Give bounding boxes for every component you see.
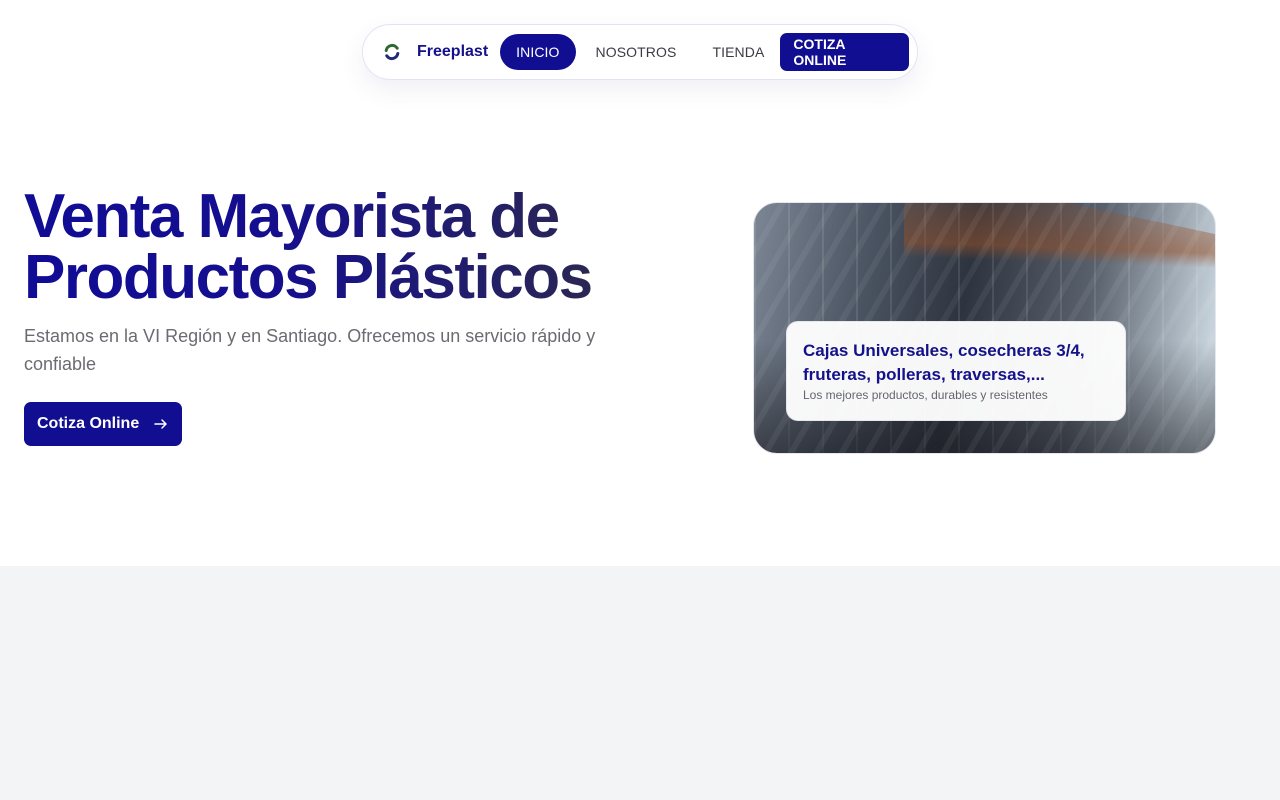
nav-item-inicio[interactable]: INICIO bbox=[500, 34, 576, 70]
cotiza-online-hero-button[interactable]: Cotiza Online bbox=[24, 402, 182, 446]
feature-caption-subtitle: Los mejores productos, durables y resist… bbox=[803, 388, 1048, 402]
feature-caption-title: Cajas Universales, cosecheras 3/4, frute… bbox=[803, 341, 1085, 384]
arrow-right-icon bbox=[153, 416, 169, 432]
hero-title-line-2: Productos Plásticos bbox=[24, 243, 592, 312]
cotiza-online-nav-button[interactable]: COTIZA ONLINE bbox=[780, 33, 909, 71]
refresh-arrows-icon[interactable] bbox=[383, 43, 401, 61]
nav-item-nosotros[interactable]: NOSOTROS bbox=[580, 34, 693, 70]
hero-button-label: Cotiza Online bbox=[37, 415, 140, 432]
feature-caption-card: Cajas Universales, cosecheras 3/4, frute… bbox=[786, 321, 1126, 421]
hero-subtitle: Estamos en la VI Región y en Santiago. O… bbox=[24, 326, 596, 374]
brand-name[interactable]: Freeplast bbox=[417, 43, 488, 61]
next-section bbox=[0, 566, 1280, 800]
nav-item-tienda[interactable]: TIENDA bbox=[696, 34, 780, 70]
hero-title-line-1: Venta Mayorista de bbox=[24, 182, 559, 251]
top-navbar: Freeplast INICIO NOSOTROS TIENDA COTIZA … bbox=[362, 24, 918, 80]
hero-title: Venta Mayorista de Productos Plásticos bbox=[24, 186, 592, 308]
